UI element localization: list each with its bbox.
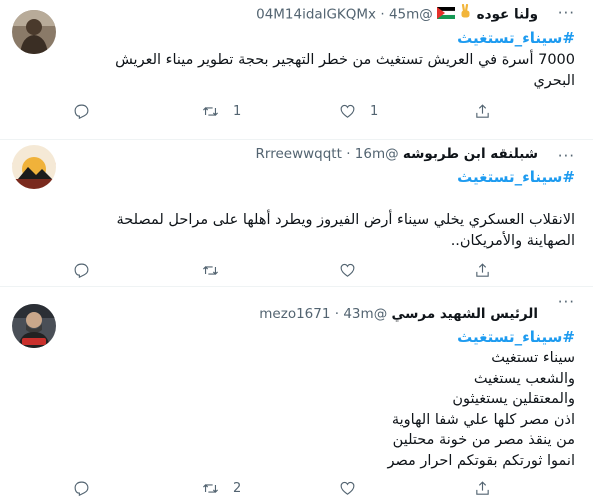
separator-dot: · (346, 146, 351, 162)
reply-button[interactable] (73, 260, 104, 280)
retweet-button[interactable]: 2 (202, 478, 241, 498)
palestine-flag-icon (436, 5, 456, 25)
tweet-text: 7000 أسرة في العريش تستغيث من خطر التهجي… (66, 50, 575, 91)
avatar[interactable] (12, 145, 56, 189)
heart-icon (340, 481, 355, 495)
tweet-text-line: والمعتقلين يستغيثون (452, 391, 575, 407)
heart-icon (340, 104, 355, 118)
display-name[interactable]: ولنا عوده (477, 7, 538, 23)
retweet-count: 2 (233, 480, 242, 496)
heart-icon (340, 263, 355, 277)
display-name[interactable]: شبلنقه ابن طربوشه (403, 146, 538, 162)
tweet-text-line: الانقلاب العسكري يخلي سيناء أرض الفيروز … (116, 212, 576, 228)
like-button[interactable]: 1 (339, 101, 378, 121)
tweet-text-line: والشعب يستغيث (473, 370, 575, 387)
retweet-icon (203, 106, 218, 116)
retweet-button[interactable] (202, 260, 233, 280)
tweet-text-line: البحري (533, 72, 575, 89)
tweet-header: الرئيس الشهيد مرسي @mezo1671 · 43m (66, 304, 538, 324)
like-button[interactable] (339, 478, 370, 498)
timestamp[interactable]: 45m (389, 7, 419, 23)
timestamp[interactable]: 16m (355, 146, 385, 162)
display-name[interactable]: الرئيس الشهيد مرسي (391, 306, 538, 322)
more-options-icon[interactable]: ··· (558, 6, 575, 21)
victory-hand-icon (459, 3, 472, 25)
tweet[interactable]: ··· شبلنقه ابن طربوشه @Rrreewwqqtt · 16m… (0, 140, 593, 287)
reply-icon (74, 263, 89, 278)
reply-icon (74, 481, 89, 496)
more-options-icon[interactable]: ··· (558, 295, 575, 310)
hashtag-link[interactable]: #سيناء_تستغيث (66, 327, 575, 347)
more-options-icon[interactable]: ··· (558, 149, 575, 164)
separator-dot: · (334, 306, 340, 322)
share-button[interactable] (474, 478, 491, 498)
timestamp[interactable]: 43m (343, 306, 373, 322)
avatar[interactable] (12, 304, 56, 348)
tweet-header: ولنا عوده @04M14idalGKQMx · 45m (66, 3, 538, 25)
share-icon (476, 103, 489, 118)
reply-icon (74, 104, 89, 119)
tweet-text-line: اذن مصر كلها علي شفا الهاوية (391, 411, 575, 428)
share-button[interactable] (474, 101, 491, 121)
share-button[interactable] (474, 260, 491, 280)
separator-dot: · (380, 6, 385, 23)
tweet-text-line: سيناء تستغيث (491, 350, 575, 366)
tweet-text: سيناء تستغيث والشعب يستغيث والمعتقلين يس… (66, 348, 575, 471)
tweet-text-line: الصهاينة والأمريكان.. (450, 232, 575, 249)
tweet-header: شبلنقه ابن طربوشه @Rrreewwqqtt · 16m (66, 144, 538, 164)
tweet-actions: 2 (66, 478, 526, 498)
tweet-text-line: من ينقذ مصر من خونة محتلين (392, 432, 575, 448)
tweet-actions (66, 260, 526, 280)
retweet-count: 1 (233, 103, 242, 119)
like-button[interactable] (339, 260, 370, 280)
tweet-text-line: 7000 أسرة في العريش تستغيث من خطر التهجي… (115, 52, 575, 68)
tweet[interactable]: ··· ولنا عوده @04M14idalGKQMx · 45m #سين… (0, 0, 593, 140)
reply-button[interactable] (73, 101, 104, 121)
retweet-icon (203, 483, 218, 493)
share-icon (476, 262, 489, 277)
tweet-text-line: انموا ثورتكم بقوتكم احرار مصر (387, 452, 575, 469)
like-count: 1 (370, 103, 379, 119)
share-icon (476, 480, 489, 495)
tweet[interactable]: ··· الرئيس الشهيد مرسي @mezo1671 · 43m #… (0, 287, 593, 504)
hashtag-link[interactable]: #سيناء_تستغيث (66, 167, 575, 187)
hashtag-link[interactable]: #سيناء_تستغيث (66, 28, 575, 48)
retweet-button[interactable]: 1 (202, 101, 241, 121)
tweet-text: الانقلاب العسكري يخلي سيناء أرض الفيروز … (66, 210, 576, 251)
reply-button[interactable] (73, 478, 104, 498)
tweet-actions: 1 1 (66, 101, 526, 121)
retweet-icon (203, 265, 218, 275)
avatar[interactable] (12, 10, 56, 54)
